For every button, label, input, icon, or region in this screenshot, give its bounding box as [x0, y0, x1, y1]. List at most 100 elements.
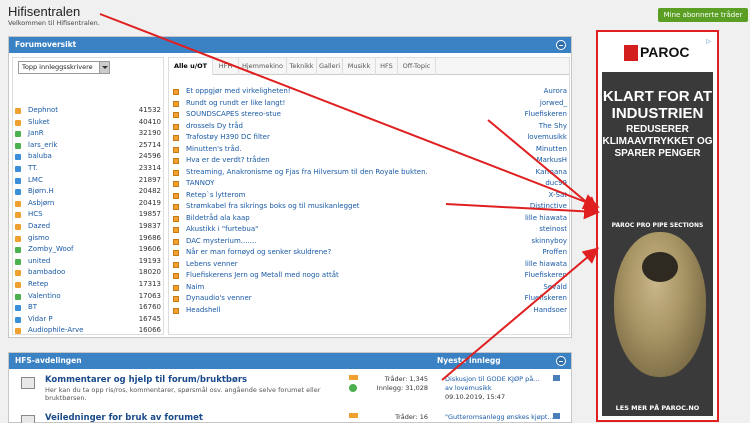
topic-row[interactable]: Hva er de verdt? tråden MarkusH — [169, 155, 569, 167]
top-writer-name[interactable]: JanR — [28, 128, 44, 140]
top-writer-row[interactable]: gismo 19686 — [13, 233, 163, 245]
top-writer-name[interactable]: Bjørn.H — [28, 186, 54, 198]
chevron-down-icon[interactable] — [99, 62, 109, 73]
topic-title[interactable]: SOUNDSCAPES stereo-stue — [186, 109, 281, 121]
topic-row[interactable]: TANNOY duc99 — [169, 178, 569, 190]
topic-last-user[interactable]: Karmana — [536, 167, 567, 179]
topic-last-user[interactable]: skinnyboy — [531, 236, 567, 248]
top-writer-row[interactable]: Valentino 17063 — [13, 291, 163, 303]
topic-title[interactable]: DAC mysterium....... — [186, 236, 256, 248]
tab-hfs[interactable]: HFS — [376, 58, 398, 75]
topic-last-user[interactable]: jorwed_ — [540, 98, 567, 110]
top-writer-row[interactable]: bambadoo 18020 — [13, 267, 163, 279]
top-writer-name[interactable]: Sluket — [28, 117, 50, 129]
top-writer-row[interactable]: lars_erik 25714 — [13, 140, 163, 152]
topic-row[interactable]: Når er man fornøyd og senker skuldrene? P… — [169, 247, 569, 259]
topic-title[interactable]: Hva er de verdt? tråden — [186, 155, 270, 167]
rss-icon[interactable] — [349, 375, 358, 380]
top-writer-row[interactable]: HCS 19857 — [13, 209, 163, 221]
topic-title[interactable]: Fluefiskerens Jern og Metall med nogo at… — [186, 270, 339, 282]
topic-last-user[interactable]: Fluefiskeren — [525, 270, 567, 282]
topic-row[interactable]: Lebens venner lille hiawata — [169, 259, 569, 271]
topic-row[interactable]: Streaming, Anakronisme og Fjas fra Hilve… — [169, 167, 569, 179]
top-writer-row[interactable]: Asbjørn 20419 — [13, 198, 163, 210]
topic-last-user[interactable]: lille hiawata — [525, 259, 567, 271]
advertisement-banner[interactable]: PAROC ▷ KLART FOR AT INDUSTRIEN REDUSERE… — [596, 30, 719, 422]
topic-title[interactable]: Rundt og rundt er like langt! — [186, 98, 285, 110]
topic-last-user[interactable]: X-Sat — [549, 190, 567, 202]
topic-title[interactable]: TANNOY — [186, 178, 214, 190]
topic-row[interactable]: SOUNDSCAPES stereo-stue Fluefiskeren — [169, 109, 569, 121]
topic-last-user[interactable]: Fluefiskeren — [525, 293, 567, 305]
topic-row[interactable]: Bildetråd ala kaap lille hiawata — [169, 213, 569, 225]
topic-title[interactable]: Naim — [186, 282, 204, 294]
topic-row[interactable]: Akustikk i "furtebua" steinost — [169, 224, 569, 236]
top-writer-name[interactable]: Audiophile-Arve — [28, 325, 83, 337]
subscribed-threads-button[interactable]: Mine abonnerte tråder — [658, 8, 748, 22]
topic-row[interactable]: Fluefiskerens Jern og Metall med nogo at… — [169, 270, 569, 282]
top-writer-name[interactable]: LMC — [28, 175, 43, 187]
topic-row[interactable]: Minutten's tråd. Minutten — [169, 144, 569, 156]
top-writer-name[interactable]: Dazed — [28, 221, 50, 233]
topic-last-user[interactable]: Sevald — [543, 282, 567, 294]
tab-musikk[interactable]: Musikk — [343, 58, 376, 75]
site-title[interactable]: Hifisentralen — [8, 4, 80, 19]
tab-off-topic[interactable]: Off-Topic — [398, 58, 436, 75]
top-writer-name[interactable]: BT — [28, 302, 37, 314]
top-writer-row[interactable]: Retep 17313 — [13, 279, 163, 291]
topic-last-user[interactable]: Aurora — [544, 86, 567, 98]
top-writer-row[interactable]: Audiophile-Arve 16066 — [13, 325, 163, 337]
tab-galleri[interactable]: Galleri — [317, 58, 343, 75]
topic-title[interactable]: Retep`s lytterom — [186, 190, 245, 202]
ad-cta[interactable]: LES MER PÅ PAROC.NO — [602, 404, 713, 412]
top-writer-name[interactable]: united — [28, 256, 50, 268]
topic-row[interactable]: Et oppgjør med virkeligheten! Aurora — [169, 86, 569, 98]
topic-last-user[interactable]: Distinctive — [530, 201, 567, 213]
topic-row[interactable]: Trafostøy H390 DC filter lovemusikk — [169, 132, 569, 144]
top-writers-select[interactable]: Topp innleggsskrivere — [18, 61, 110, 74]
top-writer-name[interactable]: Zomby_Woof — [28, 244, 74, 256]
top-writer-name[interactable]: Retep — [28, 279, 48, 291]
topic-title[interactable]: Bildetråd ala kaap — [186, 213, 250, 225]
tab-alle-u-ot[interactable]: Alle u/OT — [169, 58, 213, 75]
top-writer-name[interactable]: Valentino — [28, 291, 61, 303]
last-post-title[interactable]: "Gutteromsanlegg ønskes kjøpt... — [445, 413, 557, 422]
top-writer-row[interactable]: JanR 32190 — [13, 128, 163, 140]
topic-title[interactable]: Minutten's tråd. — [186, 144, 241, 156]
tab-hfh[interactable]: HFH — [213, 58, 239, 75]
last-post-title[interactable]: Diskusjon til GODE KJØP på... — [445, 375, 557, 384]
topic-title[interactable]: Headshell — [186, 305, 221, 317]
rss-icon[interactable] — [349, 413, 358, 418]
topic-title[interactable]: Akustikk i "furtebua" — [186, 224, 258, 236]
topic-last-user[interactable]: Fluefiskeren — [525, 109, 567, 121]
topic-last-user[interactable]: The Shy — [539, 121, 567, 133]
last-post-author[interactable]: av lovemusikk — [445, 384, 557, 393]
topic-title[interactable]: drossels Dy tråd — [186, 121, 243, 133]
topic-last-user[interactable]: Minutten — [536, 144, 567, 156]
topic-row[interactable]: Rundt og rundt er like langt! jorwed_ — [169, 98, 569, 110]
topic-row[interactable]: Strømkabel fra sikrings boks og til musi… — [169, 201, 569, 213]
ad-creative[interactable]: PAROC ▷ KLART FOR AT INDUSTRIEN REDUSERE… — [602, 36, 713, 416]
topic-row[interactable]: Dynaudio's venner Fluefiskeren — [169, 293, 569, 305]
topic-last-user[interactable]: Proffen — [542, 247, 567, 259]
topic-row[interactable]: Retep`s lytterom X-Sat — [169, 190, 569, 202]
top-writer-name[interactable]: Dephnot — [28, 105, 58, 117]
top-writer-name[interactable]: HCS — [28, 209, 43, 221]
topic-title[interactable]: Et oppgjør med virkeligheten! — [186, 86, 291, 98]
collapse-icon[interactable] — [556, 356, 566, 366]
top-writer-name[interactable]: lars_erik — [28, 140, 57, 152]
top-writer-row[interactable]: united 19193 — [13, 256, 163, 268]
subforum-title[interactable]: Veiledninger for bruk av forumet — [45, 413, 203, 423]
go-to-post-icon[interactable] — [553, 413, 560, 419]
topic-last-user[interactable]: lille hiawata — [525, 213, 567, 225]
tab-teknikk[interactable]: Teknikk — [287, 58, 317, 75]
top-writer-row[interactable]: TT. 23314 — [13, 163, 163, 175]
top-writer-row[interactable]: BT 16760 — [13, 302, 163, 314]
top-writer-row[interactable]: Bjørn.H 20482 — [13, 186, 163, 198]
top-writer-row[interactable]: LMC 21897 — [13, 175, 163, 187]
top-writer-row[interactable]: Vidar P 16745 — [13, 314, 163, 326]
top-writer-name[interactable]: gismo — [28, 233, 49, 245]
topic-last-user[interactable]: lovemusikk — [527, 132, 567, 144]
top-writer-name[interactable]: TT. — [28, 163, 38, 175]
topic-title[interactable]: Dynaudio's venner — [186, 293, 252, 305]
